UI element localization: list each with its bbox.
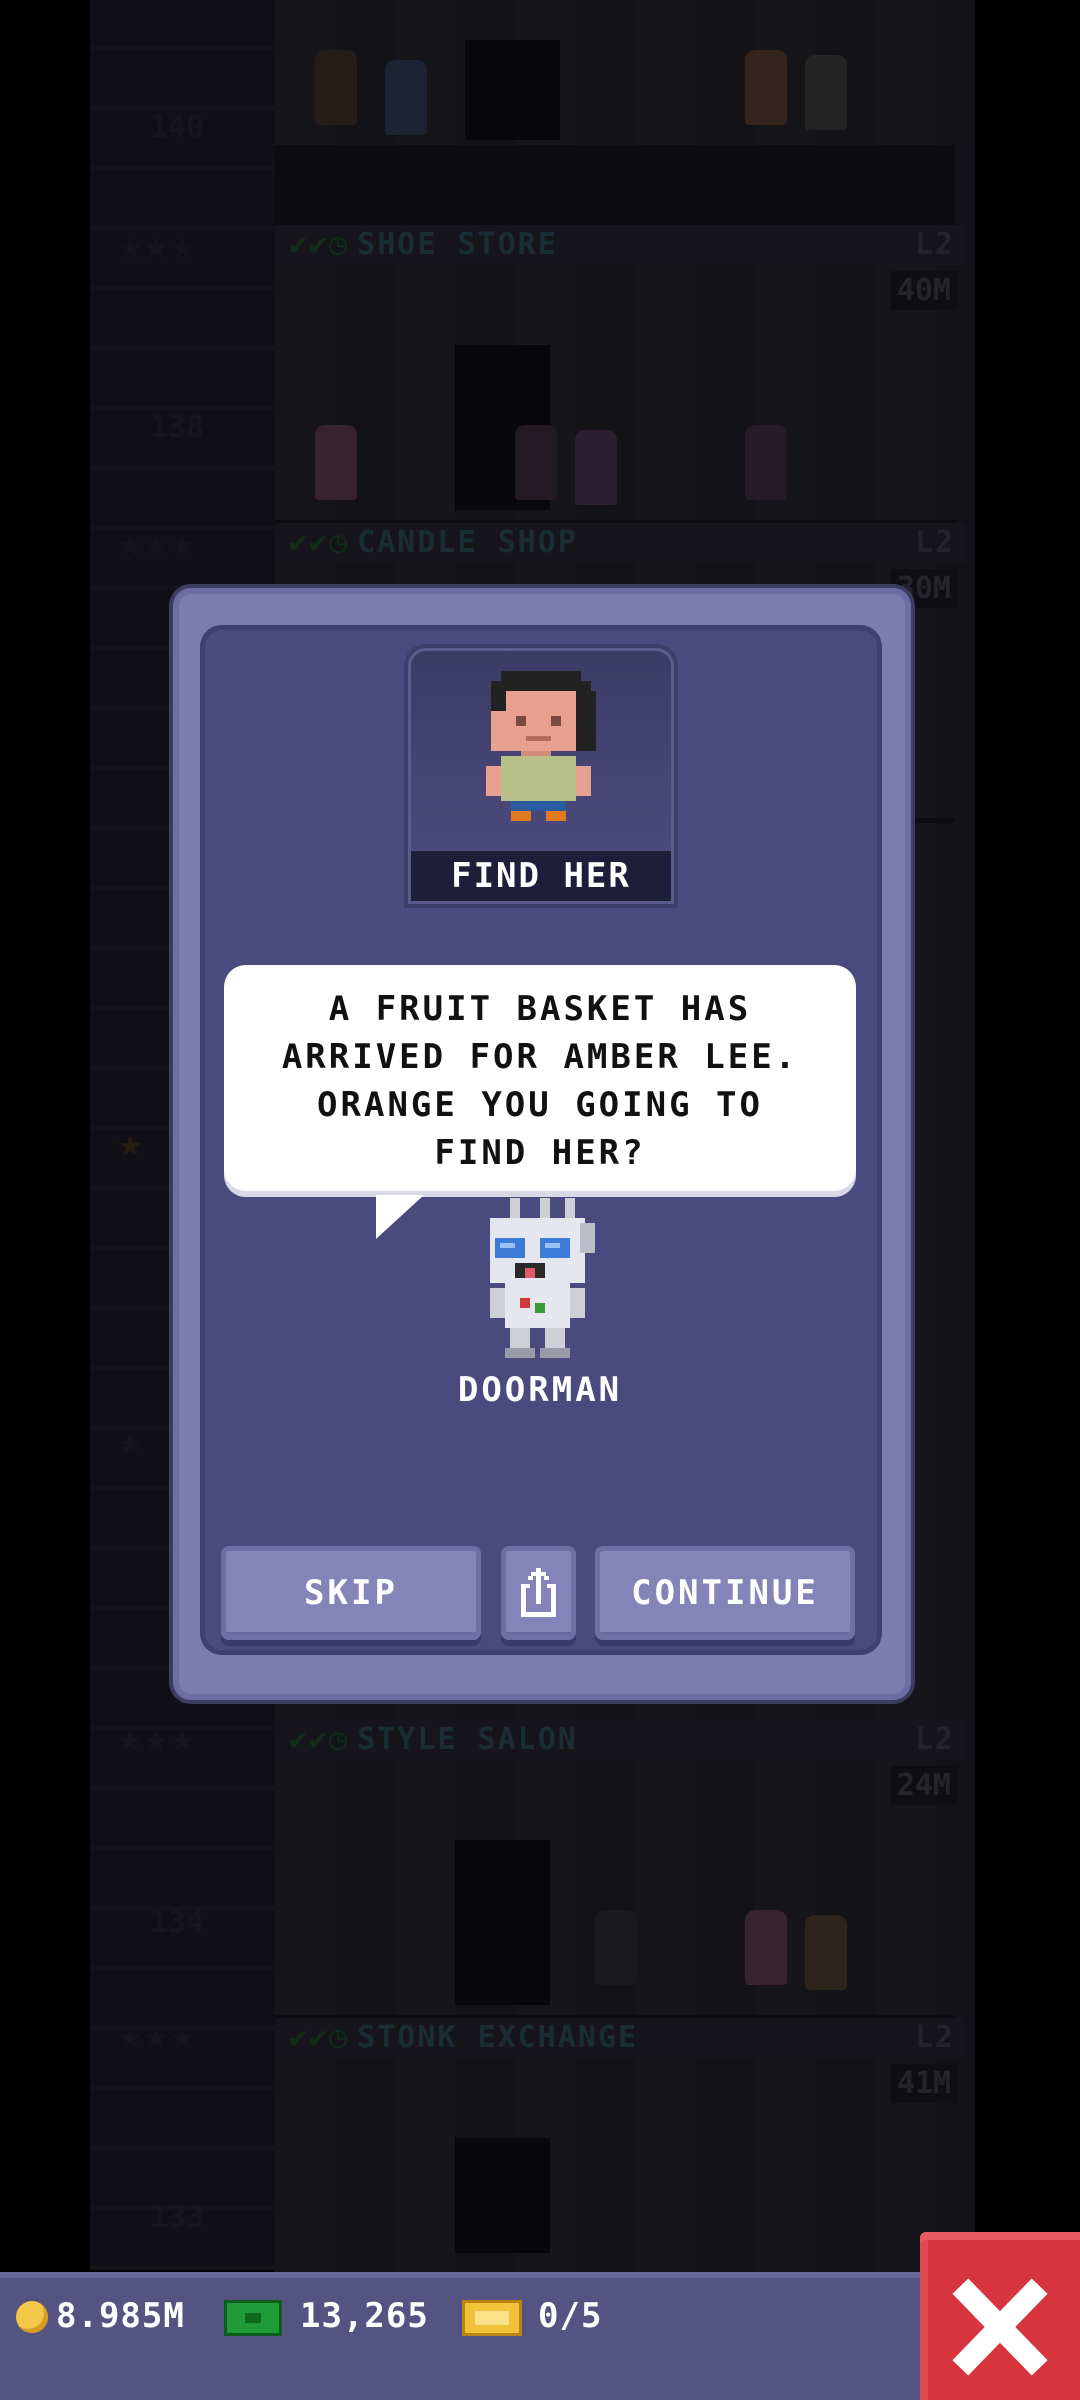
tickets-value: 0/5: [538, 2296, 603, 2336]
close-button[interactable]: [920, 2232, 1080, 2400]
coins-value: 8.985M: [56, 2296, 185, 2336]
skip-button[interactable]: SKIP: [221, 1546, 481, 1640]
bitizen-avatar: [486, 671, 596, 821]
bitizen-portrait: FIND HER: [408, 648, 674, 904]
golden-ticket-icon: [462, 2300, 522, 2336]
dialog-message: A FRUIT BASKET HAS ARRIVED FOR AMBER LEE…: [281, 989, 799, 1173]
close-icon: [952, 2278, 1048, 2376]
bux-icon: [224, 2300, 282, 2336]
continue-button[interactable]: CONTINUE: [595, 1546, 855, 1640]
bux-value: 13,265: [300, 2296, 429, 2336]
coin-icon: [16, 2301, 48, 2333]
share-icon: [521, 1568, 556, 1617]
bottom-hud-bar: [0, 2272, 925, 2400]
portrait-label: FIND HER: [411, 851, 671, 901]
speech-bubble-tail: [376, 1195, 424, 1239]
speech-bubble: A FRUIT BASKET HAS ARRIVED FOR AMBER LEE…: [224, 965, 856, 1197]
npc-name: DOORMAN: [457, 1370, 623, 1410]
share-button[interactable]: [501, 1546, 576, 1640]
doorman-avatar: [490, 1198, 595, 1358]
